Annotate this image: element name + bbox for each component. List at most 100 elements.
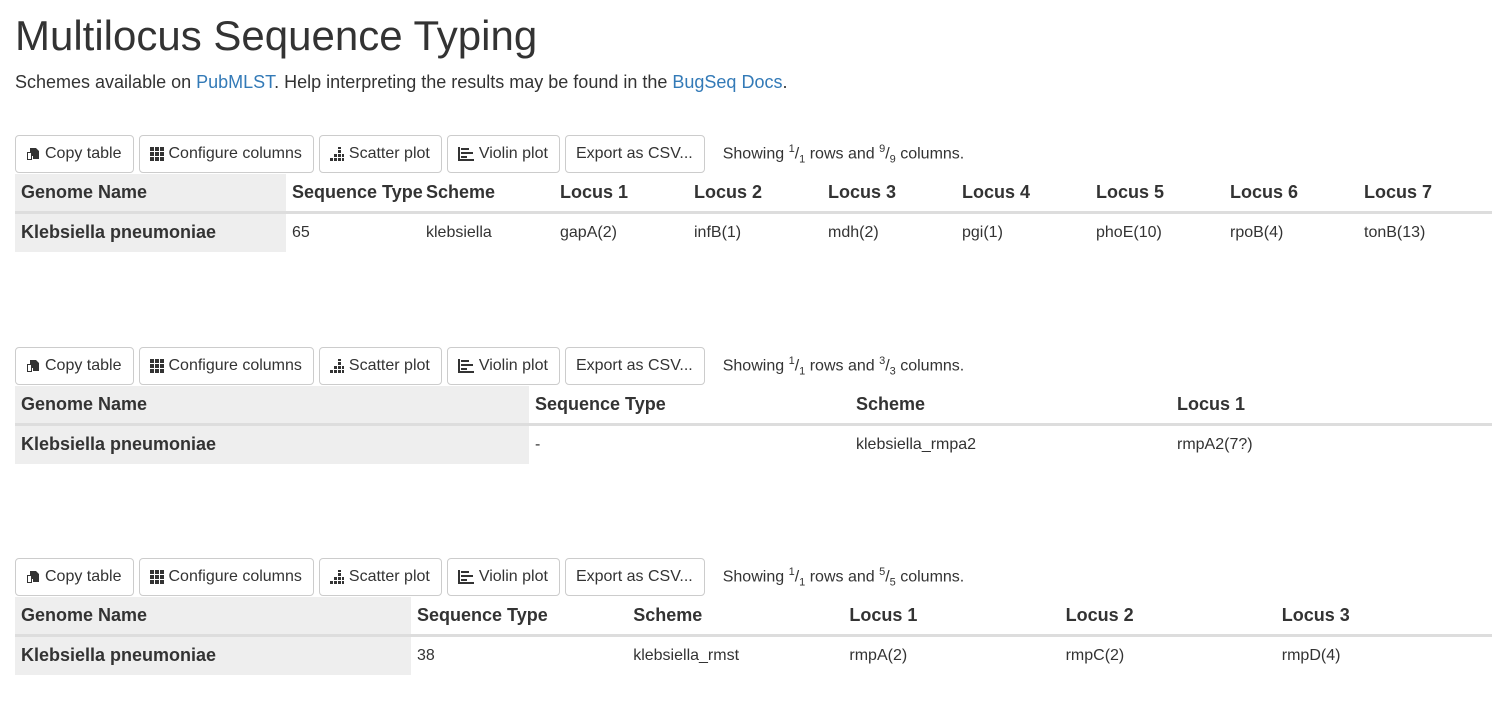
export-csv-button[interactable]: Export as CSV...	[564, 347, 705, 385]
table-cell: rmpC(2)	[1065, 646, 1125, 664]
table-cell: rmpA(2)	[849, 646, 908, 664]
intro-middle: . Help interpreting the results may be f…	[274, 72, 673, 92]
column-header[interactable]: Locus 3	[822, 174, 956, 214]
scatter-plot-button[interactable]: Scatter plot	[318, 558, 442, 596]
column-header[interactable]: Locus 1	[1171, 386, 1492, 426]
configure-columns-button[interactable]: Configure columns	[138, 135, 314, 173]
table-cell: klebsiella_rmpa2	[856, 435, 977, 453]
column-header[interactable]: Locus 6	[1224, 174, 1358, 214]
table-cell: rpoB(4)	[1230, 223, 1284, 241]
column-header[interactable]: Locus 1	[554, 174, 688, 214]
button-label: Violin plot	[478, 145, 548, 162]
intro-text: Schemes available on PubMLST. Help inter…	[15, 70, 787, 94]
table-cell: mdh(2)	[828, 223, 879, 241]
button-label: Scatter plot	[348, 145, 430, 162]
column-header[interactable]: Sequence Type	[529, 386, 850, 426]
table-header-row: Genome Name Sequence Type Scheme Locus 1	[15, 386, 1492, 426]
button-label: Copy table	[45, 357, 122, 374]
column-header[interactable]: Scheme	[627, 597, 844, 637]
column-header[interactable]: Genome Name	[15, 174, 286, 214]
table-cell: rmpA2(7?)	[1177, 435, 1253, 453]
table-cell: klebsiella_rmst	[633, 646, 740, 664]
violin-plot-icon	[457, 570, 474, 584]
copy-icon	[27, 148, 39, 160]
column-header[interactable]: Sequence Type	[286, 174, 423, 214]
columns-grid-icon	[149, 147, 164, 161]
column-header[interactable]: Locus 3	[1275, 597, 1492, 637]
table-toolbar: Copy table Configure columns Scatter plot V…	[15, 557, 1492, 597]
button-label: Configure columns	[168, 357, 302, 374]
table-cell: tonB(13)	[1364, 223, 1426, 241]
scatter-plot-button[interactable]: Scatter plot	[318, 135, 442, 173]
pubmlst-link[interactable]: PubMLST	[196, 72, 274, 92]
columns-grid-icon	[149, 570, 164, 584]
copy-table-button[interactable]: Copy table	[15, 558, 134, 596]
table-row: Klebsiella pneumoniae 38 klebsiella_rmst rm…	[15, 635, 1492, 675]
copy-icon	[27, 360, 39, 372]
column-header[interactable]: Locus 5	[1090, 174, 1224, 214]
violin-plot-button[interactable]: Violin plot	[446, 347, 560, 385]
column-header[interactable]: Locus 2	[688, 174, 822, 214]
mlst-table-block: Copy table Configure columns Scatter plot V…	[15, 557, 1492, 675]
copy-icon	[27, 571, 39, 583]
button-label: Export as CSV...	[575, 145, 693, 162]
table-cell: 65	[292, 223, 310, 241]
violin-plot-button[interactable]: Violin plot	[446, 558, 560, 596]
table-cell: pgi(1)	[962, 223, 1003, 241]
export-csv-button[interactable]: Export as CSV...	[564, 558, 705, 596]
scatter-icon	[329, 147, 344, 161]
column-header[interactable]: Genome Name	[15, 597, 412, 637]
button-label: Export as CSV...	[575, 568, 693, 585]
columns-grid-icon	[149, 359, 164, 373]
genome-name-cell: Klebsiella pneumoniae	[15, 635, 412, 675]
violin-plot-icon	[457, 359, 474, 373]
button-label: Scatter plot	[348, 357, 430, 374]
column-header[interactable]: Sequence Type	[411, 597, 628, 637]
intro-prefix: Schemes available on	[15, 72, 197, 92]
column-header[interactable]: Locus 1	[843, 597, 1060, 637]
mlst-table: Genome Name Sequence Type Scheme Locus 1 Loc…	[15, 597, 1492, 675]
column-header[interactable]: Locus 2	[1059, 597, 1276, 637]
table-cell: rmpD(4)	[1281, 646, 1341, 664]
genome-name-cell: Klebsiella pneumoniae	[15, 212, 286, 252]
table-row: Klebsiella pneumoniae 65 klebsiella gapA(2)…	[15, 212, 1492, 252]
table-cell: infB(1)	[694, 223, 742, 241]
table-cell: klebsiella	[426, 223, 492, 241]
table-row: Klebsiella pneumoniae - klebsiella_rmpa2 rm…	[15, 424, 1492, 464]
showing-summary: Showing 1/1 rows and 9/9 columns.	[722, 142, 965, 166]
violin-plot-icon	[457, 147, 474, 161]
table-cell: 38	[417, 646, 435, 664]
table-cell: gapA(2)	[560, 223, 617, 241]
column-header[interactable]: Scheme	[850, 386, 1171, 426]
genome-name-cell: Klebsiella pneumoniae	[15, 424, 529, 464]
configure-columns-button[interactable]: Configure columns	[138, 558, 314, 596]
export-csv-button[interactable]: Export as CSV...	[564, 135, 705, 173]
table-toolbar: Copy table Configure columns Scatter plot V…	[15, 134, 1492, 174]
copy-table-button[interactable]: Copy table	[15, 135, 134, 173]
mlst-table-block: Copy table Configure columns Scatter plot V…	[15, 346, 1492, 464]
table-toolbar: Copy table Configure columns Scatter plot V…	[15, 346, 1492, 386]
button-label: Configure columns	[168, 145, 302, 162]
violin-plot-button[interactable]: Violin plot	[446, 135, 560, 173]
button-label: Scatter plot	[348, 568, 430, 585]
mlst-table: Genome Name Sequence Type Scheme Locus 1 Loc…	[15, 174, 1492, 252]
showing-summary: Showing 1/1 rows and 5/5 columns.	[722, 565, 965, 589]
button-label: Violin plot	[478, 357, 548, 374]
column-header[interactable]: Locus 4	[956, 174, 1090, 214]
button-label: Violin plot	[478, 568, 548, 585]
column-header[interactable]: Genome Name	[15, 386, 529, 426]
scatter-plot-button[interactable]: Scatter plot	[318, 347, 442, 385]
button-label: Copy table	[45, 568, 122, 585]
button-label: Copy table	[45, 145, 122, 162]
page-title: Multilocus Sequence Typing	[15, 12, 538, 59]
bugseq-docs-link[interactable]: BugSeq Docs	[672, 72, 782, 92]
table-header-row: Genome Name Sequence Type Scheme Locus 1 Loc…	[15, 597, 1492, 637]
configure-columns-button[interactable]: Configure columns	[138, 347, 314, 385]
column-header[interactable]: Scheme	[420, 174, 554, 214]
table-cell: -	[535, 435, 541, 453]
copy-table-button[interactable]: Copy table	[15, 347, 134, 385]
column-header[interactable]: Locus 7	[1358, 174, 1492, 214]
table-cell: phoE(10)	[1096, 223, 1162, 241]
mlst-table: Genome Name Sequence Type Scheme Locus 1 Kle…	[15, 386, 1492, 464]
button-label: Configure columns	[168, 568, 302, 585]
